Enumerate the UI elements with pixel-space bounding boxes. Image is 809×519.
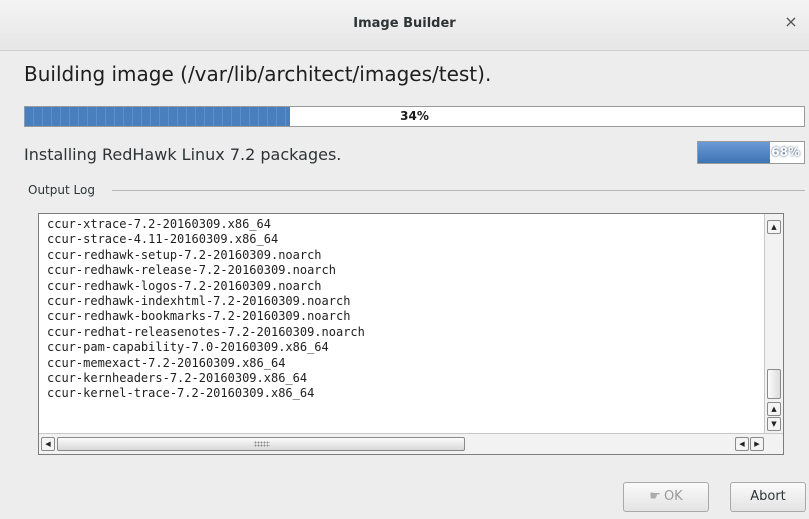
horizontal-scroll-thumb[interactable] — [57, 437, 465, 451]
horizontal-scrollbar[interactable]: ◀ ◀ ▶ — [39, 433, 783, 454]
log-line: ccur-strace-4.11-20160309.x86_64 — [47, 232, 279, 247]
log-line: ccur-redhawk-logos-7.2-20160309.noarch — [47, 278, 322, 293]
log-line: ccur-redhawk-indexhtml-7.2-20160309.noar… — [47, 294, 351, 309]
log-line: ccur-redhawk-release-7.2-20160309.noarch — [47, 263, 336, 278]
ok-hand-icon: ☛ — [649, 489, 661, 504]
ok-button[interactable]: ☛ OK — [623, 482, 709, 512]
ok-button-label: OK — [663, 489, 683, 504]
scroll-right-arrow-icon[interactable]: ▶ — [750, 437, 764, 451]
scroll-down-arrow-icon[interactable]: ▼ — [767, 417, 781, 431]
status-text: Installing RedHawk Linux 7.2 packages. — [24, 145, 342, 164]
grip-icon — [254, 441, 270, 447]
overall-progress-bar: 34% — [24, 106, 805, 127]
output-log-lines: ccur-xtrace-7.2-20160309.x86_64 ccur-stra… — [47, 217, 759, 402]
title-bar: Image Builder × — [0, 0, 809, 51]
log-line: ccur-memexact-7.2-20160309.x86_64 — [47, 355, 286, 370]
package-progress-bar: 68% — [697, 141, 805, 164]
package-progress-label: 68% — [771, 145, 800, 159]
log-line: ccur-redhawk-setup-7.2-20160309.noarch — [47, 247, 322, 262]
window-title: Image Builder — [353, 16, 456, 31]
log-line: ccur-redhat-releasenotes-7.2-20160309.no… — [47, 324, 365, 339]
log-line: ccur-kernheaders-7.2-20160309.x86_64 — [47, 371, 308, 386]
vertical-scrollbar[interactable]: ▲ ▲ ▼ — [764, 214, 783, 434]
scroll-up-arrow-icon[interactable]: ▲ — [767, 402, 781, 416]
group-divider — [112, 190, 805, 191]
close-icon[interactable]: × — [783, 13, 799, 31]
overall-progress-label: 34% — [400, 109, 429, 123]
package-progress-fill — [698, 142, 771, 163]
abort-button[interactable]: Abort — [730, 482, 806, 512]
log-line: ccur-kernel-trace-7.2-20160309.x86_64 — [47, 386, 315, 401]
log-line: ccur-redhawk-bookmarks-7.2-20160309.noar… — [47, 309, 351, 324]
log-line: ccur-xtrace-7.2-20160309.x86_64 — [47, 217, 271, 231]
output-log-label: Output Log — [28, 183, 99, 197]
vertical-scroll-thumb[interactable] — [767, 369, 781, 399]
scroll-left-arrow-icon[interactable]: ◀ — [735, 437, 749, 451]
output-log-textarea[interactable]: ccur-xtrace-7.2-20160309.x86_64 ccur-stra… — [38, 213, 784, 455]
page-title: Building image (/var/lib/architect/image… — [24, 62, 492, 86]
log-line: ccur-pam-capability-7.0-20160309.x86_64 — [47, 340, 329, 355]
scroll-left-arrow-icon[interactable]: ◀ — [41, 437, 55, 451]
scroll-up-arrow-icon[interactable]: ▲ — [767, 220, 781, 234]
